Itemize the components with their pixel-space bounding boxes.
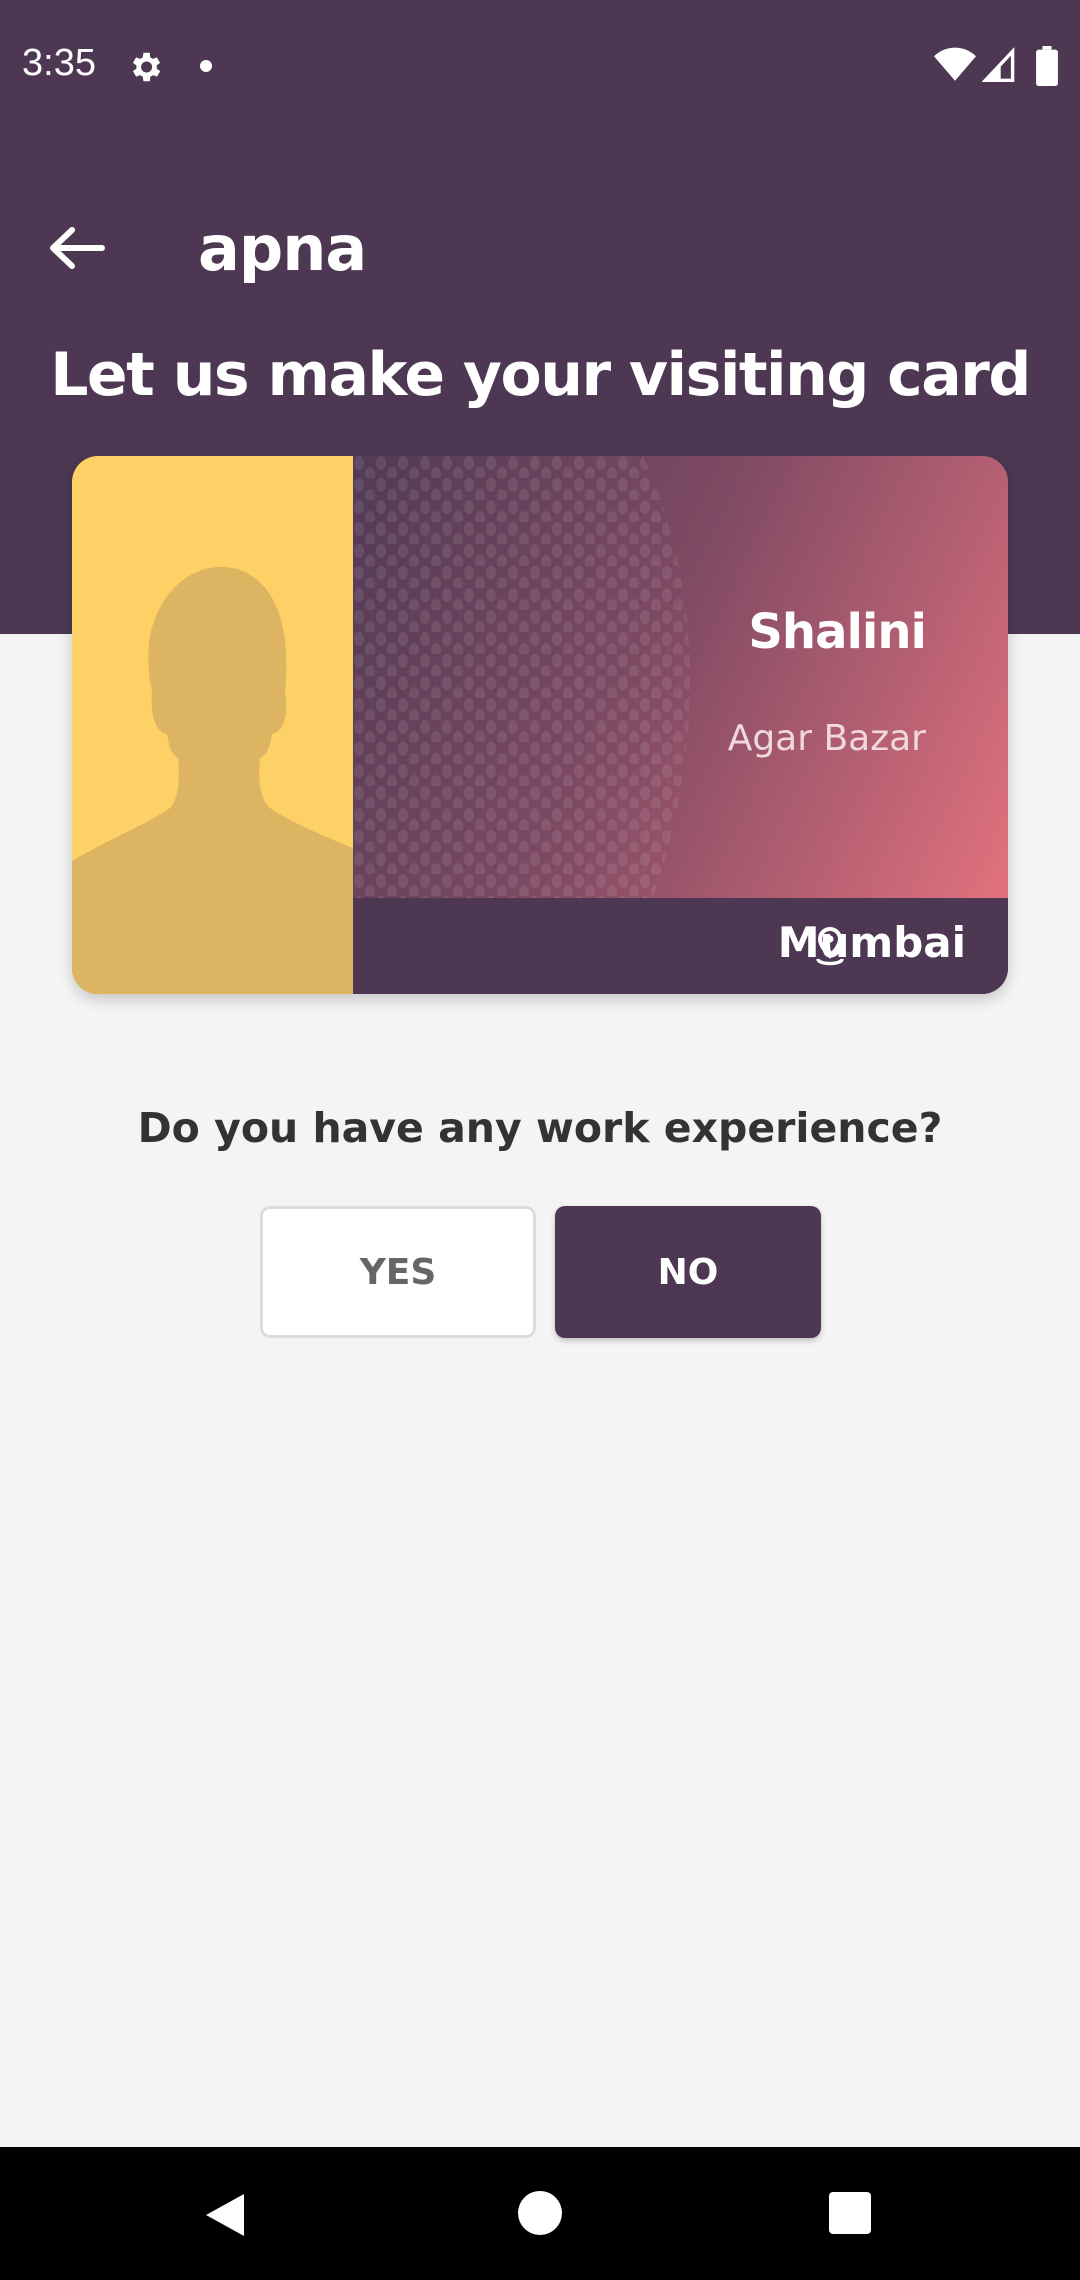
card-location-bar: Mumbai [353, 898, 1008, 994]
visiting-card-preview: Shalini Agar Bazar Mumbai [72, 456, 1008, 994]
card-area: Agar Bazar [727, 718, 926, 759]
card-city: Mumbai [777, 918, 966, 967]
person-silhouette-icon [72, 566, 353, 994]
nav-recents-icon[interactable] [829, 2192, 871, 2234]
status-bar: 3:35 [0, 0, 1080, 130]
settings-gear-icon [132, 52, 161, 82]
wifi-icon [934, 47, 976, 81]
app-logo-title: apna [198, 212, 367, 285]
battery-icon [1036, 46, 1058, 86]
cellular-signal-icon [982, 47, 1015, 82]
notification-dot-icon [200, 60, 212, 72]
arrow-left-icon [50, 227, 105, 269]
no-button[interactable]: NO [555, 1206, 821, 1338]
work-experience-question: Do you have any work experience? [137, 1104, 943, 1152]
card-main-panel: Shalini Agar Bazar [353, 456, 1008, 898]
system-navigation-bar [0, 2147, 1080, 2280]
back-button[interactable] [40, 218, 112, 278]
profile-photo-placeholder[interactable] [72, 456, 353, 994]
status-time: 3:35 [22, 42, 96, 84]
page-heading: Let us make your visiting card [50, 340, 1031, 410]
nav-back-icon[interactable] [202, 2191, 248, 2239]
nav-home-icon[interactable] [518, 2191, 562, 2235]
card-name: Shalini [748, 604, 927, 660]
yes-button[interactable]: YES [260, 1206, 536, 1338]
card-dot-pattern [353, 456, 691, 898]
